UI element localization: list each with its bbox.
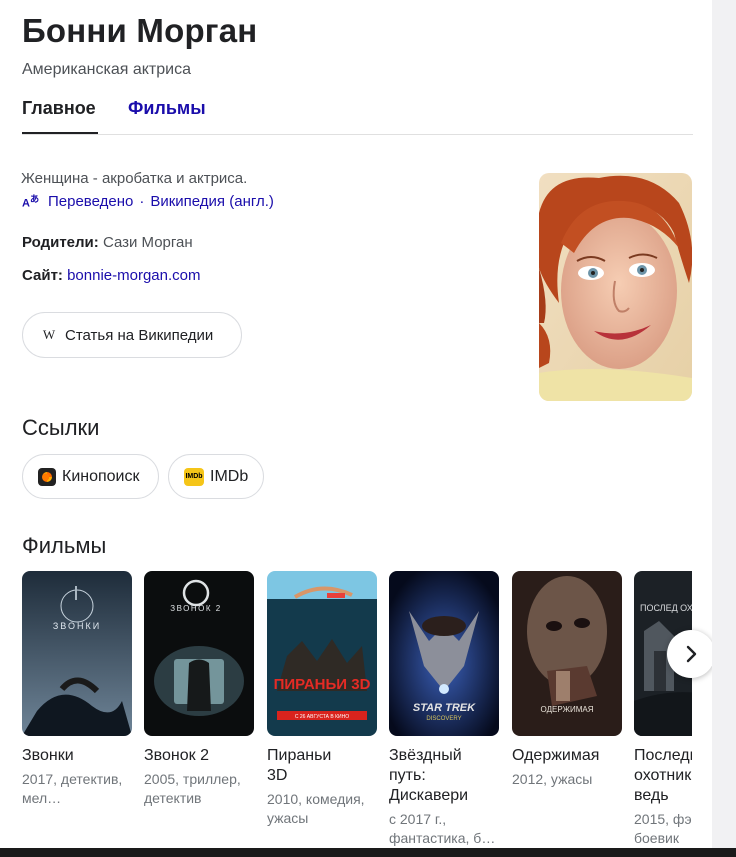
film-poster: ЗВОНОК 2	[144, 571, 254, 736]
knowledge-panel: Бонни Морган Американская актриса Главно…	[0, 0, 712, 848]
fact-value: Сази Морган	[102, 234, 193, 251]
poster-caption-text: С 26 АВГУСТА В КИНО	[295, 714, 349, 720]
translated-link[interactable]: Переведено	[48, 193, 133, 210]
poster-title-text: ПОСЛЕД ОХОТНИ	[640, 603, 692, 613]
film-poster: ЗВОНКИ	[22, 571, 132, 736]
links-heading: Ссылки	[22, 415, 100, 440]
page-background-gutter	[712, 0, 736, 848]
poster-title-text: ОДЕРЖИМАЯ	[541, 705, 594, 714]
chevron-right-icon	[686, 645, 697, 663]
poster-title-text: STAR TREK	[413, 702, 476, 714]
imdb-icon: IMDb	[184, 467, 204, 486]
film-meta: 2012, ужасы	[512, 771, 593, 787]
films-heading: Фильмы	[22, 533, 107, 558]
tab-films[interactable]: Фильмы	[128, 98, 206, 134]
description: Женщина - акробатка и актриса.	[21, 170, 248, 187]
site-link[interactable]: bonnie-morgan.com	[67, 267, 200, 284]
fact-label: Сайт:	[22, 267, 63, 284]
films-carousel: ЗВОНКИ Звонки 2017, детектив, мел… ЗВОНО…	[22, 571, 692, 848]
portrait-photo[interactable]	[539, 173, 692, 401]
film-card[interactable]: ПОСЛЕД ОХОТНИ Последний охотник на ведь …	[634, 571, 692, 848]
carousel-next-button[interactable]	[667, 630, 712, 678]
poster-title-text: ПИРАНЬИ 3D	[274, 676, 371, 693]
fact-label: Родители:	[22, 234, 99, 251]
film-title: Одержимая	[512, 747, 600, 764]
film-poster: STAR TREK DISCOVERY	[389, 571, 499, 736]
portrait-image	[539, 173, 692, 401]
wikipedia-article-label: Статья на Википедии	[65, 326, 214, 344]
kinopoisk-icon	[38, 467, 56, 486]
poster-title-text: ЗВОНОК 2	[170, 604, 221, 613]
page-title: Бонни Морган	[22, 12, 258, 49]
separator-dot: ·	[139, 192, 145, 210]
film-card[interactable]: ОДЕРЖИМАЯ Одержимая 2012, ужасы	[512, 571, 622, 789]
film-title: Звонок 2	[144, 747, 209, 764]
film-meta: с 2017 г., фантастика, б…	[389, 811, 496, 846]
wikipedia-source-link[interactable]: Википедия (англ.)	[150, 193, 274, 210]
poster-sub-text: DISCOVERY	[426, 716, 461, 722]
fact-site: Сайт: bonnie-morgan.com	[22, 267, 201, 284]
film-card[interactable]: ЗВОНОК 2 Звонок 2 2005, триллер, детекти…	[144, 571, 254, 808]
film-card[interactable]: ПИРАНЬИ 3D С 26 АВГУСТА В КИНО Пираньи 3…	[267, 571, 377, 828]
film-title: Пираньи 3D	[267, 747, 332, 784]
fact-parents: Родители: Сази Морган	[22, 234, 193, 251]
film-meta: 2005, триллер, детектив	[144, 771, 241, 806]
kinopoisk-label: Кинопоиск	[62, 467, 140, 485]
tab-bar: Главное Фильмы	[22, 98, 693, 135]
film-meta: 2010, комедия, ужасы	[267, 791, 365, 826]
film-meta: 2015, фэ… боевик	[634, 811, 692, 846]
film-card[interactable]: STAR TREK DISCOVERY Звёздный путь: Диска…	[389, 571, 499, 848]
film-card[interactable]: ЗВОНКИ Звонки 2017, детектив, мел…	[22, 571, 132, 808]
film-poster: ПИРАНЬИ 3D С 26 АВГУСТА В КИНО	[267, 571, 377, 736]
translation-row: Aあ Переведено · Википедия (англ.)	[22, 192, 274, 211]
film-meta: 2017, детектив, мел…	[22, 771, 123, 806]
kinopoisk-link-button[interactable]: Кинопоиск	[22, 454, 159, 499]
wikipedia-icon: W	[42, 327, 56, 342]
film-poster: ОДЕРЖИМАЯ	[512, 571, 622, 736]
imdb-link-button[interactable]: IMDb IMDb	[168, 454, 264, 499]
wikipedia-article-button[interactable]: W Статья на Википедии	[22, 312, 242, 358]
tab-main[interactable]: Главное	[22, 98, 98, 134]
film-title: Звёздный путь: Дискавери	[389, 747, 469, 804]
page-subtitle: Американская актриса	[22, 61, 191, 78]
film-title: Звонки	[22, 747, 74, 764]
imdb-label: IMDb	[210, 467, 249, 485]
poster-title-text: ЗВОНКИ	[53, 621, 101, 631]
translate-icon: Aあ	[22, 194, 40, 210]
bottom-bar	[0, 848, 736, 857]
film-title: Последний охотник на ведь	[634, 747, 692, 804]
